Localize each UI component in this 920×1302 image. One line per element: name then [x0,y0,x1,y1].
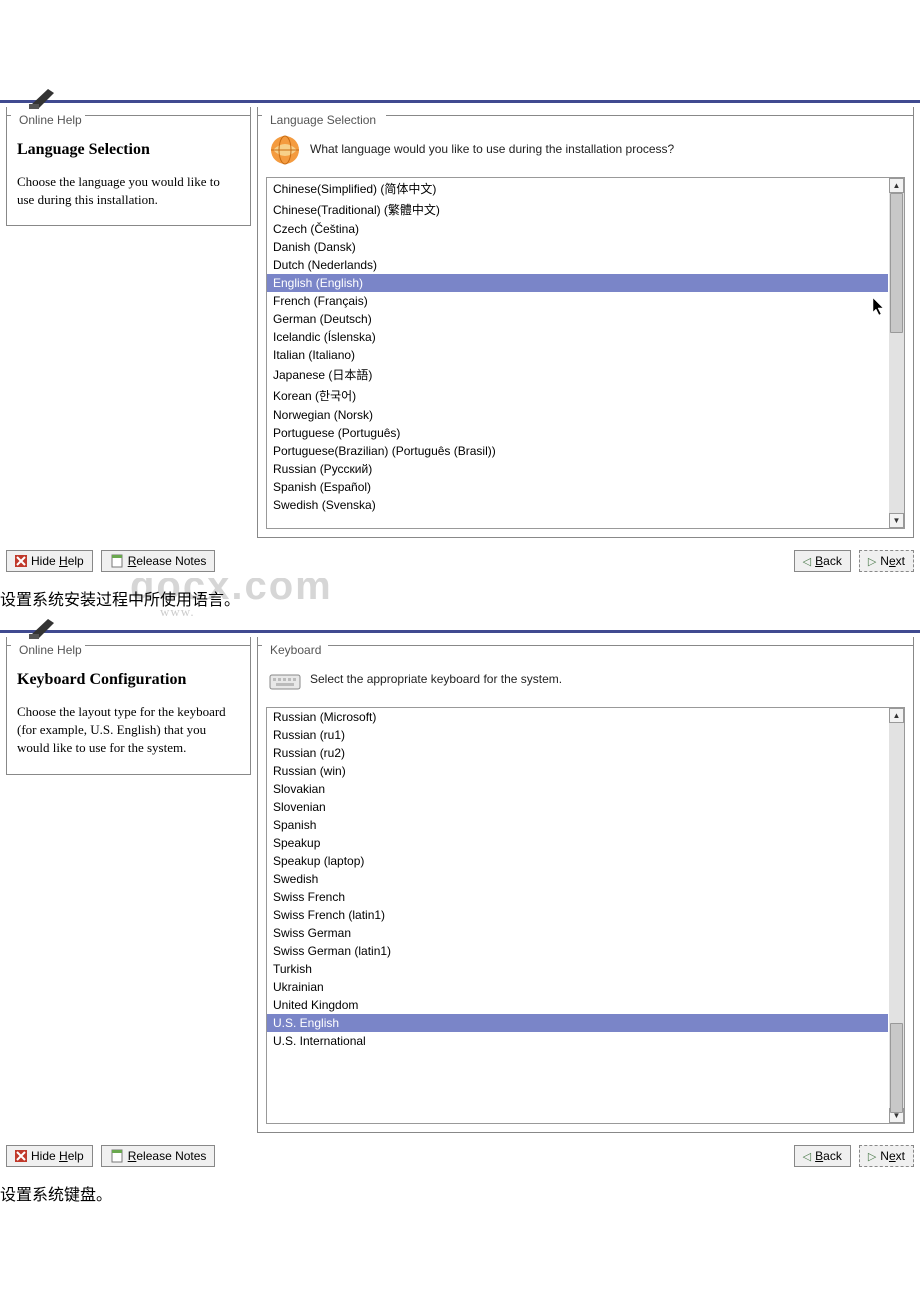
list-item[interactable]: Ukrainian [267,978,888,996]
back-arrow-icon: ◁ [803,555,811,568]
list-item[interactable]: Chinese(Simplified) (简体中文) [267,178,888,199]
list-item[interactable]: U.S. International [267,1032,888,1050]
language-listbox[interactable]: Chinese(Simplified) (简体中文)Chinese(Tradit… [266,177,905,529]
list-item[interactable]: English (English) [267,274,888,292]
list-item[interactable]: Swiss French (latin1) [267,906,888,924]
list-item[interactable]: Czech (Čeština) [267,220,888,238]
language-prompt: What language would you like to use duri… [310,142,674,158]
close-icon [15,1150,27,1162]
list-item[interactable]: Turkish [267,960,888,978]
scroll-track[interactable] [889,723,904,1108]
list-item[interactable]: Korean (한국어) [267,385,888,406]
list-item[interactable]: Spanish [267,816,888,834]
next-button[interactable]: ▷ Next [859,1145,914,1167]
list-item[interactable]: Japanese (日本語) [267,364,888,385]
back-button[interactable]: ◁ Back [794,550,851,572]
list-item[interactable]: Russian (win) [267,762,888,780]
list-item[interactable]: Slovakian [267,780,888,798]
language-selection-legend: Language Selection [266,113,380,127]
language-caption: 设置系统安装过程中所使用语言。 docx.com www. [0,586,920,610]
scroll-down-button[interactable]: ▼ [889,513,904,528]
scroll-up-button[interactable]: ▲ [889,708,904,723]
help-title: Language Selection [17,141,240,159]
back-arrow-icon: ◁ [803,1150,811,1163]
list-item[interactable]: Speakup [267,834,888,852]
list-item[interactable]: Dutch (Nederlands) [267,256,888,274]
list-item[interactable]: Russian (Microsoft) [267,708,888,726]
list-item[interactable]: Portuguese(Brazilian) (Português (Brasil… [267,442,888,460]
watermark-sub: www. [160,604,195,620]
list-item[interactable]: Spanish (Español) [267,478,888,496]
online-help-legend: Online Help [15,113,86,127]
next-button[interactable]: ▷ Next [859,550,914,572]
list-item[interactable]: Russian (ru2) [267,744,888,762]
scroll-thumb[interactable] [890,193,903,333]
list-item[interactable]: Swedish [267,870,888,888]
keyboard-icon [268,663,302,697]
list-item[interactable]: Portuguese (Português) [267,424,888,442]
keyboard-prompt: Select the appropriate keyboard for the … [310,672,562,688]
list-item[interactable]: Russian (ru1) [267,726,888,744]
keyboard-caption: 设置系统键盘。 [0,1181,920,1205]
list-item[interactable]: French (Français) [267,292,888,310]
online-help-panel: Online Help Language Selection Choose th… [6,107,251,226]
notes-icon [110,1149,124,1163]
release-notes-button[interactable]: Release Notes [101,1145,216,1167]
list-item[interactable]: U.S. English [267,1014,888,1032]
language-selection-panel: Language Selection What language would y… [257,107,914,538]
hide-help-button[interactable]: Hide Help [6,550,93,572]
list-item[interactable]: Swiss German (latin1) [267,942,888,960]
back-button[interactable]: ◁ Back [794,1145,851,1167]
list-item[interactable]: Chinese(Traditional) (繁體中文) [267,199,888,220]
online-help-legend: Online Help [15,643,86,657]
keyboard-listbox[interactable]: Russian (Microsoft)Russian (ru1)Russian … [266,707,905,1124]
list-item[interactable]: United Kingdom [267,996,888,1014]
scroll-track[interactable] [889,193,904,513]
list-item[interactable]: Italian (Italiano) [267,346,888,364]
list-item[interactable]: Swiss French [267,888,888,906]
keyboard-config-window: Online Help Keyboard Configuration Choos… [0,630,920,1173]
scroll-up-button[interactable]: ▲ [889,178,904,193]
help-body: Choose the language you would like to us… [17,173,240,209]
list-item[interactable]: German (Deutsch) [267,310,888,328]
list-item[interactable]: Russian (Русский) [267,460,888,478]
list-item[interactable]: Norwegian (Norsk) [267,406,888,424]
notes-icon [110,554,124,568]
scroll-thumb[interactable] [890,1023,903,1113]
online-help-panel: Online Help Keyboard Configuration Choos… [6,637,251,775]
list-item[interactable]: Danish (Dansk) [267,238,888,256]
next-arrow-icon: ▷ [868,555,876,568]
release-notes-button[interactable]: Release Notes [101,550,216,572]
keyboard-panel: Keyboard Select the appropriate keyboard… [257,637,914,1133]
list-item[interactable]: Slovenian [267,798,888,816]
close-icon [15,555,27,567]
list-item[interactable]: Icelandic (Íslenska) [267,328,888,346]
language-selection-window: Online Help Language Selection Choose th… [0,100,920,578]
scrollbar[interactable]: ▲ ▼ [889,708,904,1123]
list-item[interactable]: Swiss German [267,924,888,942]
next-arrow-icon: ▷ [868,1150,876,1163]
list-item[interactable]: Swedish (Svenska) [267,496,888,514]
scrollbar[interactable]: ▲ ▼ [889,178,904,528]
list-item[interactable]: Speakup (laptop) [267,852,888,870]
hide-help-button[interactable]: Hide Help [6,1145,93,1167]
keyboard-legend: Keyboard [266,643,325,657]
globe-icon [268,133,302,167]
help-body: Choose the layout type for the keyboard … [17,703,240,758]
help-title: Keyboard Configuration [17,671,240,689]
